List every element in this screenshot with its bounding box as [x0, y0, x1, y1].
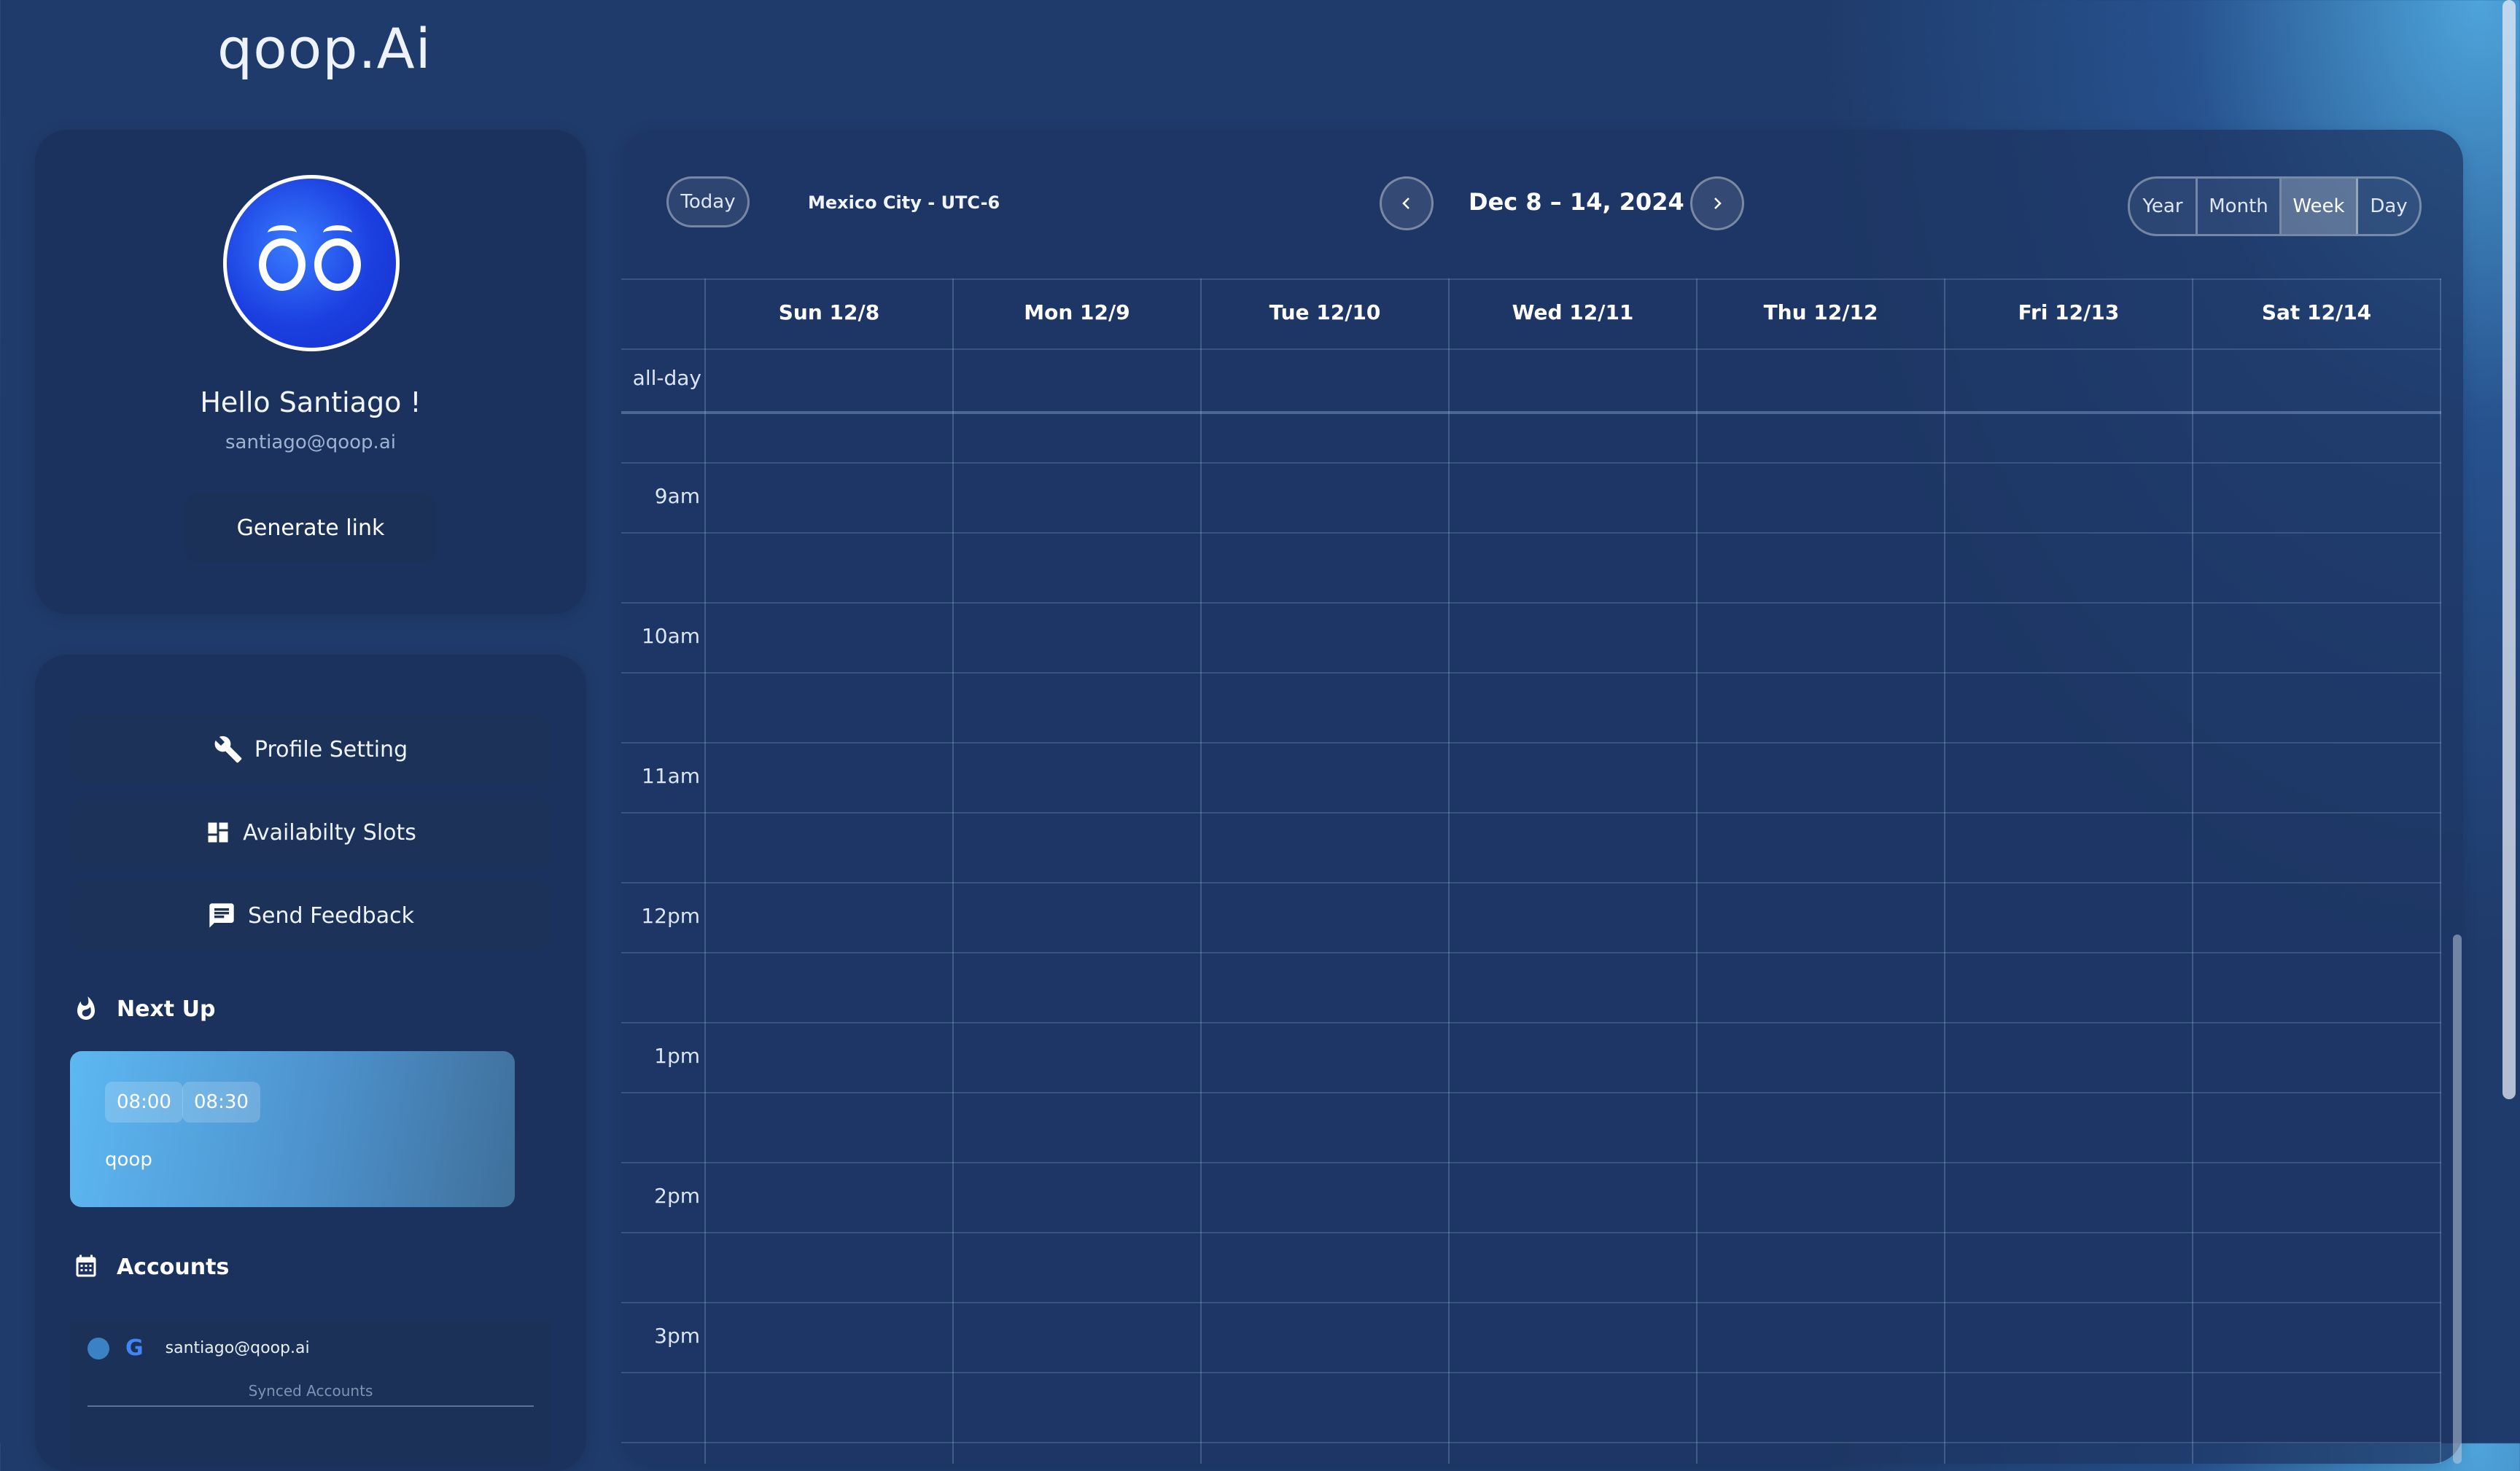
next-week-button[interactable]	[1690, 176, 1744, 230]
prev-week-button[interactable]	[1380, 176, 1434, 230]
hour-label-1pm: 1pm	[654, 1044, 700, 1068]
half-hour-line	[621, 742, 2441, 744]
hour-line	[621, 1092, 2441, 1093]
today-button[interactable]: Today	[666, 176, 750, 227]
account-item[interactable]: G santiago@qoop.ai	[88, 1335, 310, 1361]
view-week-button[interactable]: Week	[2282, 179, 2358, 234]
hour-line	[621, 1372, 2441, 1373]
date-range-title: Dec 8 – 14, 2024	[1469, 188, 1684, 216]
half-hour-line	[621, 602, 2441, 604]
day-header-sat[interactable]: Sat 12/14	[2193, 300, 2440, 324]
avatar-eye-left	[259, 238, 306, 291]
day-divider	[2192, 278, 2193, 1464]
hour-line	[621, 952, 2441, 953]
accounts-list: G santiago@qoop.ai Synced Accounts	[70, 1319, 551, 1465]
day-header-tue[interactable]: Tue 12/10	[1202, 300, 1448, 324]
allday-divider	[621, 411, 2441, 414]
hour-label-10am: 10am	[641, 624, 700, 648]
greeting: Hello Santiago !	[200, 386, 421, 418]
day-header-mon[interactable]: Mon 12/9	[954, 300, 1200, 324]
calendar-scrollbar[interactable]	[2453, 935, 2462, 1464]
half-hour-line	[621, 1162, 2441, 1163]
hour-label-3pm: 3pm	[654, 1324, 700, 1348]
half-hour-line	[621, 462, 2441, 464]
event-title: qoop	[105, 1149, 152, 1171]
view-month-button[interactable]: Month	[2198, 179, 2282, 234]
view-day-button[interactable]: Day	[2358, 179, 2419, 234]
day-divider	[1200, 278, 1202, 1464]
day-divider	[952, 278, 954, 1464]
event-start-time: 08:00	[105, 1082, 183, 1123]
day-header-thu[interactable]: Thu 12/12	[1698, 300, 1944, 324]
day-header-sun[interactable]: Sun 12/8	[706, 300, 952, 324]
app-logo[interactable]: qoop.Ai	[217, 16, 432, 81]
account-color-dot	[88, 1337, 109, 1359]
next-up-title: Next Up	[117, 996, 216, 1022]
avatar-eye-right	[314, 238, 361, 291]
view-year-button[interactable]: Year	[2130, 179, 2198, 234]
day-header-fri[interactable]: Fri 12/13	[1945, 300, 2192, 324]
day-divider	[2440, 278, 2441, 1464]
half-hour-line	[621, 1022, 2441, 1023]
half-hour-line	[621, 882, 2441, 883]
week-grid: Sun 12/8 Mon 12/9 Tue 12/10 Wed 12/11 Th…	[621, 278, 2441, 1464]
accounts-heading: Accounts	[73, 1252, 229, 1281]
wrench-icon	[214, 736, 242, 763]
grid-top-border	[621, 278, 2441, 280]
time-gutter-divider	[704, 278, 706, 1464]
availability-slots-label: Availabilty Slots	[243, 819, 416, 846]
flame-icon	[77, 996, 95, 1020]
hour-line	[621, 672, 2441, 674]
profile-setting-label: Profile Setting	[254, 736, 408, 762]
timezone-label: Mexico City - UTC-6	[808, 192, 1000, 213]
calendar-icon	[76, 1255, 96, 1277]
calendar-panel: Today Mexico City - UTC-6 Dec 8 – 14, 20…	[621, 130, 2463, 1464]
avatar	[223, 175, 400, 351]
hour-line	[621, 1232, 2441, 1233]
hour-label-9am: 9am	[654, 484, 700, 508]
event-end-time: 08:30	[182, 1082, 260, 1123]
next-up-heading: Next Up	[73, 994, 215, 1023]
google-icon: G	[125, 1335, 144, 1361]
hour-label-2pm: 2pm	[654, 1184, 700, 1208]
chevron-left-icon	[1402, 198, 1409, 209]
hour-line	[621, 812, 2441, 813]
send-feedback-label: Send Feedback	[248, 902, 414, 929]
half-hour-line	[621, 1302, 2441, 1303]
send-feedback-button[interactable]: Send Feedback	[70, 881, 551, 951]
day-divider	[1448, 278, 1450, 1464]
day-divider	[1696, 278, 1698, 1464]
synced-accounts-label: Synced Accounts	[88, 1382, 534, 1407]
profile-card: Hello Santiago ! santiago@qoop.ai Genera…	[35, 130, 586, 614]
day-divider	[1944, 278, 1945, 1464]
accounts-title: Accounts	[117, 1254, 230, 1280]
profile-setting-button[interactable]: Profile Setting	[70, 714, 551, 784]
day-header-wed[interactable]: Wed 12/11	[1450, 300, 1696, 324]
next-up-event-card[interactable]: 08:00 08:30 qoop	[70, 1051, 515, 1207]
chevron-right-icon	[1714, 198, 1722, 209]
generate-link-button[interactable]: Generate link	[185, 493, 436, 563]
dashboard-icon	[208, 822, 228, 843]
allday-label: all-day	[632, 366, 701, 390]
page-scrollbar[interactable]	[2502, 0, 2516, 1099]
account-email: santiago@qoop.ai	[165, 1339, 310, 1357]
hour-label-12pm: 12pm	[641, 904, 700, 928]
feedback-icon	[209, 903, 234, 928]
hour-label-11am: 11am	[641, 764, 700, 788]
view-switcher: Year Month Week Day	[2128, 176, 2422, 236]
menu-card: Profile Setting Availabilty Slots Send F…	[35, 655, 586, 1471]
hour-line	[621, 532, 2441, 534]
header-divider	[621, 348, 2441, 350]
availability-slots-button[interactable]: Availabilty Slots	[70, 797, 551, 867]
user-email: santiago@qoop.ai	[225, 432, 396, 453]
